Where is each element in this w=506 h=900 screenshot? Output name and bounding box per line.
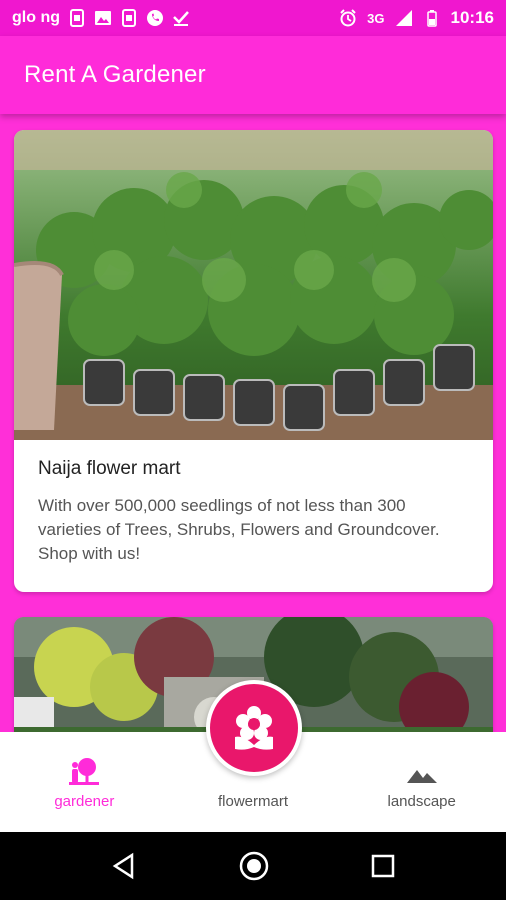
nav-label-flowermart: flowermart bbox=[218, 793, 289, 810]
phone-card-icon bbox=[69, 9, 84, 27]
app-bar: Rent A Gardener bbox=[0, 36, 506, 114]
system-navigation-bar bbox=[0, 832, 506, 900]
card-description: With over 500,000 seedlings of not less … bbox=[38, 496, 440, 563]
nav-item-gardener[interactable]: gardener bbox=[0, 757, 169, 832]
nav-label-gardener: gardener bbox=[54, 793, 115, 810]
gardener-icon bbox=[69, 758, 100, 785]
potted-seedlings-photo bbox=[14, 130, 493, 440]
nav-item-landscape[interactable]: landscape bbox=[337, 765, 506, 832]
signal-icon bbox=[395, 10, 412, 26]
flower-icon bbox=[235, 706, 273, 750]
page-title: Rent A Gardener bbox=[24, 61, 206, 88]
network-type: 3G bbox=[367, 10, 385, 26]
status-left: glo ng bbox=[12, 9, 190, 27]
image-icon bbox=[94, 11, 111, 25]
alarm-icon bbox=[340, 9, 356, 27]
nav-label-landscape: landscape bbox=[387, 793, 456, 810]
nav-item-flowermart[interactable]: flowermart bbox=[169, 785, 338, 832]
card-body: Naija flower mart With over 500,000 seed… bbox=[14, 440, 493, 566]
whatsapp-icon bbox=[146, 10, 163, 26]
status-bar: glo ng 3G 10:16 bbox=[0, 0, 506, 36]
status-right: 3G 10:16 bbox=[339, 8, 494, 28]
battery-icon bbox=[426, 10, 437, 27]
card-list[interactable]: Naija flower mart With over 500,000 seed… bbox=[0, 114, 506, 732]
clock: 10:16 bbox=[450, 8, 494, 27]
flowermart-fab-button[interactable] bbox=[206, 680, 302, 776]
flower-mart-card[interactable]: Naija flower mart With over 500,000 seed… bbox=[14, 130, 493, 592]
card-title: Naija flower mart bbox=[38, 458, 181, 479]
back-icon[interactable] bbox=[110, 852, 138, 880]
phone-card-icon bbox=[121, 9, 136, 27]
home-icon[interactable] bbox=[237, 849, 271, 883]
carrier-name: glo ng bbox=[12, 9, 60, 26]
check-icon bbox=[173, 11, 189, 26]
recents-icon[interactable] bbox=[370, 853, 396, 879]
landscape-icon bbox=[406, 770, 437, 783]
